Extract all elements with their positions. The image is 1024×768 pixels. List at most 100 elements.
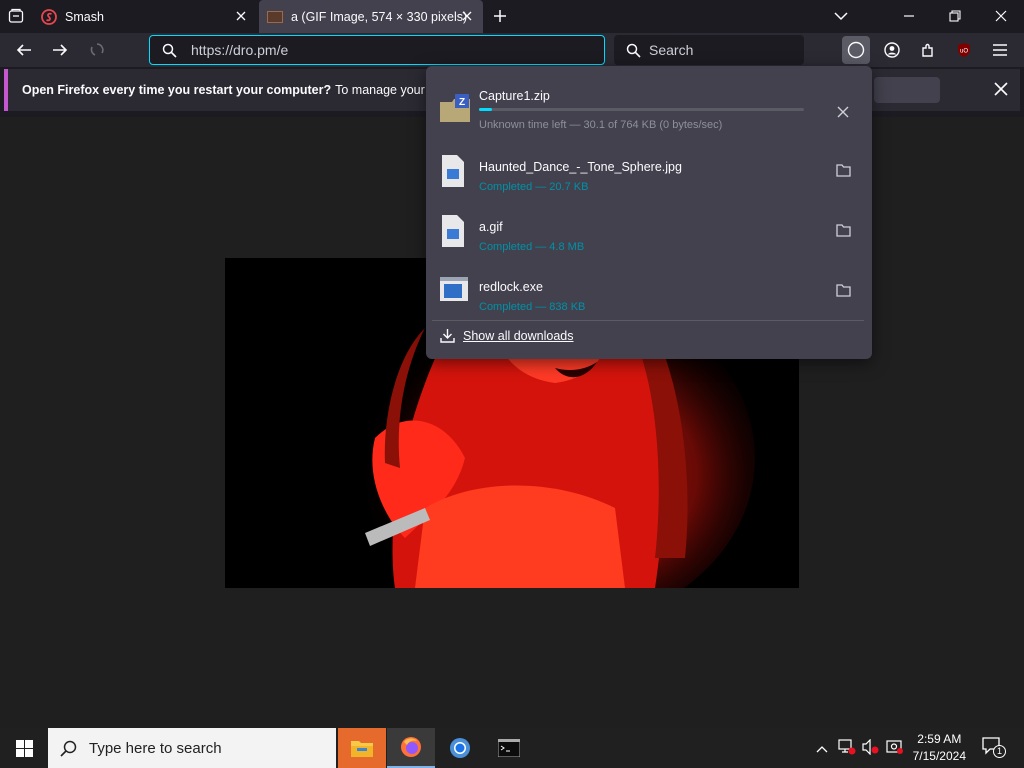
close-icon <box>837 106 849 118</box>
show-in-folder-button[interactable] <box>834 281 852 299</box>
ublock-shield-icon: uO <box>958 43 970 57</box>
taskbar-clock[interactable]: 2:59 AM 7/15/2024 <box>913 731 966 765</box>
close-icon <box>995 10 1007 22</box>
notification-count-badge: 1 <box>993 745 1006 758</box>
account-button[interactable] <box>879 37 905 63</box>
search-icon <box>162 43 177 58</box>
panel-divider <box>432 320 864 321</box>
firefox-logo-icon <box>401 737 421 757</box>
exe-file-icon <box>440 277 468 304</box>
hamburger-icon <box>993 44 1007 56</box>
firefox-view-button[interactable] <box>3 3 29 29</box>
tab-title: a (GIF Image, 574 × 330 pixels) <box>291 9 468 24</box>
download-item[interactable]: a.gif Completed — 4.8 MB <box>426 203 872 261</box>
ublock-origin-button[interactable]: uO <box>951 37 977 63</box>
svg-text:uO: uO <box>960 49 968 55</box>
zip-icon: Z <box>440 94 470 125</box>
taskbar-search-placeholder: Type here to search <box>89 739 222 757</box>
restore-button[interactable] <box>942 3 968 29</box>
puzzle-icon <box>922 43 933 57</box>
downloads-progress-icon <box>847 41 865 59</box>
taskbar-terminal[interactable] <box>485 728 533 768</box>
folder-icon <box>835 163 851 177</box>
download-filename: Haunted_Dance_-_Tone_Sphere.jpg <box>479 160 682 174</box>
restore-icon <box>949 10 961 22</box>
image-file-icon <box>440 155 466 190</box>
clock-date: 7/15/2024 <box>912 749 966 763</box>
tab-title: Smash <box>65 9 104 24</box>
app-menu-button[interactable] <box>987 37 1013 63</box>
smash-favicon-icon <box>41 8 57 25</box>
tray-app-button[interactable] <box>886 739 904 758</box>
download-status: Completed — 838 KB <box>479 301 586 313</box>
close-icon <box>236 11 246 21</box>
volume-muted-icon <box>862 738 879 756</box>
download-progress-bar <box>479 108 804 111</box>
taskbar-file-explorer[interactable] <box>338 728 386 768</box>
close-window-button[interactable] <box>988 3 1014 29</box>
plus-icon <box>494 10 506 22</box>
arrow-right-icon <box>53 44 68 56</box>
close-icon <box>994 82 1008 96</box>
image-file-icon <box>440 215 466 250</box>
search-icon <box>626 43 641 58</box>
clock-time: 2:59 AM <box>917 732 962 746</box>
download-status: Unknown time left — 30.1 of 764 KB (0 by… <box>479 119 723 131</box>
notification-action-button[interactable] <box>874 77 940 103</box>
list-all-tabs-button[interactable] <box>828 3 854 29</box>
download-item[interactable]: redlock.exe Completed — 838 KB <box>426 263 872 321</box>
download-status: Completed — 20.7 KB <box>479 181 589 193</box>
minimize-icon <box>904 15 914 17</box>
new-tab-button[interactable] <box>487 3 513 29</box>
show-all-downloads-button[interactable]: Show all downloads <box>440 328 574 343</box>
arrow-left-icon <box>16 44 31 56</box>
terminal-icon <box>498 739 520 757</box>
network-tray-button[interactable] <box>838 739 856 758</box>
show-all-downloads-label: Show all downloads <box>463 328 574 343</box>
notification-bold-text: Open Firefox every time you restart your… <box>22 83 332 97</box>
extensions-button[interactable] <box>915 37 941 63</box>
search-placeholder: Search <box>649 42 694 58</box>
chevron-up-icon <box>816 746 828 753</box>
search-bar[interactable]: Search <box>614 35 804 65</box>
chromium-logo-icon <box>450 738 470 758</box>
action-center-button[interactable]: 1 <box>982 737 1008 759</box>
download-status: Completed — 4.8 MB <box>479 241 585 253</box>
volume-tray-button[interactable] <box>862 738 880 758</box>
windows-taskbar: Type here to search 2:59 AM 7/15/2024 1 <box>0 728 1024 768</box>
taskbar-search-box[interactable]: Type here to search <box>48 728 336 768</box>
show-in-folder-button[interactable] <box>834 161 852 179</box>
download-item[interactable]: Haunted_Dance_-_Tone_Sphere.jpg Complete… <box>426 143 872 201</box>
folder-icon <box>835 223 851 237</box>
taskbar-chrome[interactable] <box>436 728 484 768</box>
download-progress-fill <box>479 108 492 111</box>
folder-icon <box>835 283 851 297</box>
close-tab-button[interactable] <box>459 8 475 24</box>
minimize-button[interactable] <box>896 3 922 29</box>
show-in-folder-button[interactable] <box>834 221 852 239</box>
navigation-toolbar: https://dro.pm/e Search uO <box>0 33 1024 67</box>
gif-thumbnail-icon <box>267 10 283 23</box>
close-notification-button[interactable] <box>994 82 1008 99</box>
reload-button[interactable] <box>84 37 110 63</box>
cancel-download-button[interactable] <box>834 103 852 121</box>
account-icon <box>884 42 900 58</box>
show-hidden-icons-button[interactable] <box>816 741 828 756</box>
taskbar-firefox[interactable] <box>387 728 435 768</box>
tab-bar: Smash a (GIF Image, 574 × 330 pixels) <box>0 0 1024 33</box>
folder-icon <box>351 741 373 757</box>
close-icon <box>462 11 472 21</box>
tab-gif-image[interactable]: a (GIF Image, 574 × 330 pixels) <box>259 0 483 33</box>
downloads-button[interactable] <box>842 36 870 64</box>
forward-button[interactable] <box>47 37 73 63</box>
download-arrow-icon <box>440 329 455 343</box>
url-text: https://dro.pm/e <box>191 42 289 58</box>
download-filename: a.gif <box>479 220 503 234</box>
downloads-panel: Z Capture1.zip Unknown time left — 30.1 … <box>426 66 872 359</box>
download-item[interactable]: Z Capture1.zip Unknown time left — 30.1 … <box>426 72 872 131</box>
start-button[interactable] <box>0 728 48 768</box>
close-tab-button[interactable] <box>233 8 249 24</box>
url-bar[interactable]: https://dro.pm/e <box>149 35 605 65</box>
tab-smash[interactable]: Smash <box>33 0 257 33</box>
back-button[interactable] <box>11 37 37 63</box>
